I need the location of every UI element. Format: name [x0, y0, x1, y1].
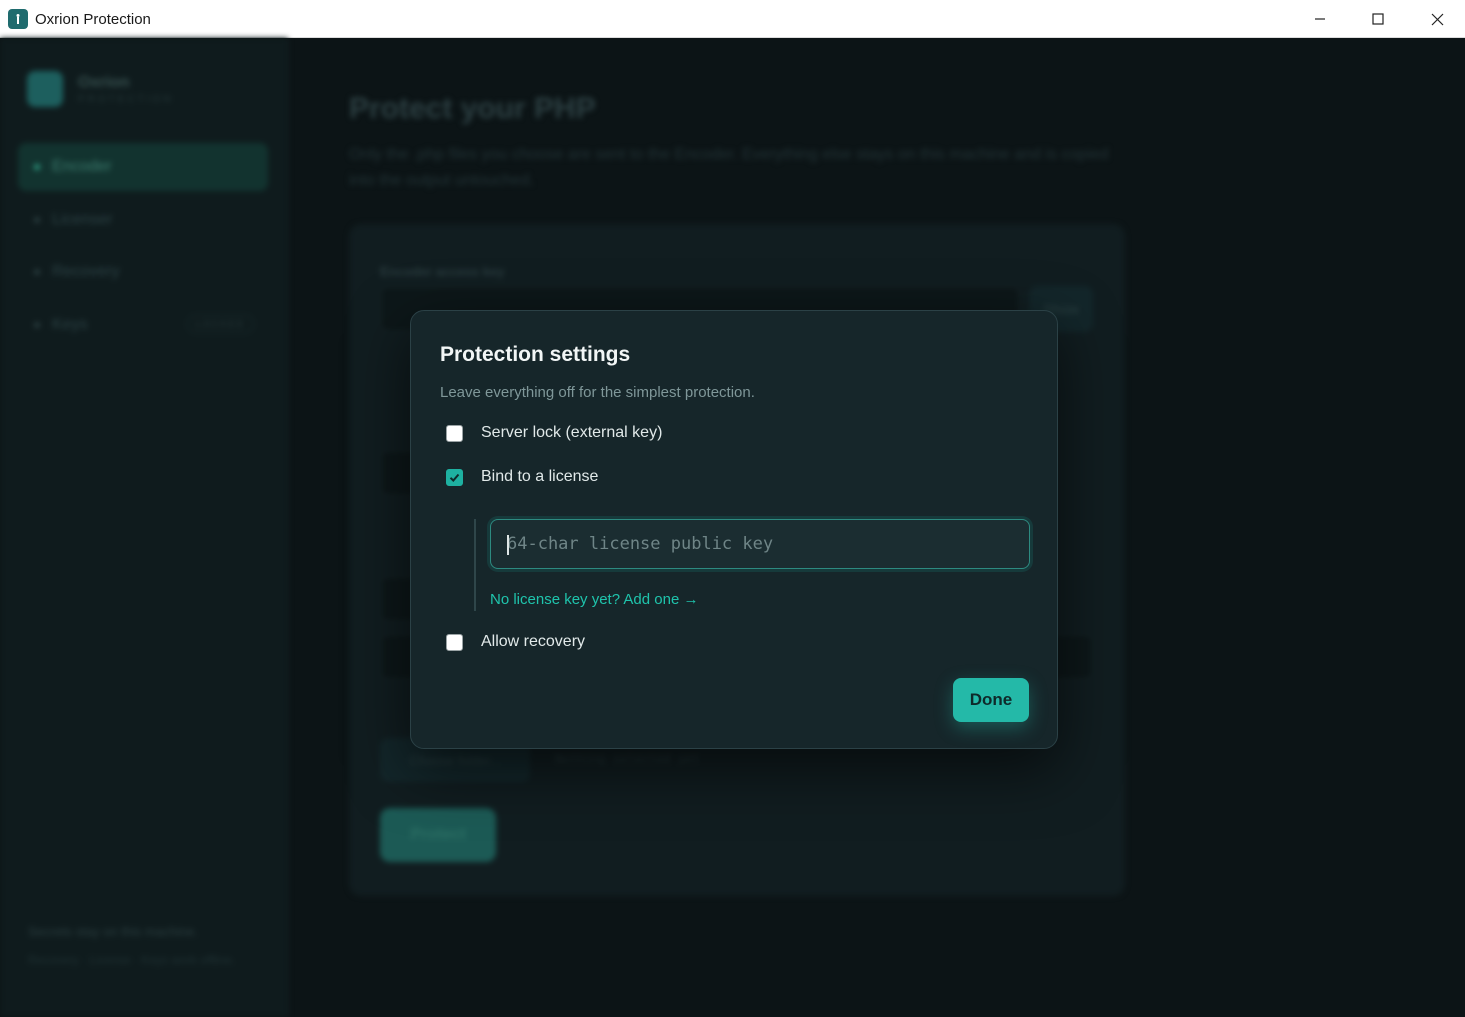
sidebar-item-keys[interactable]: Keys LOCKED	[18, 301, 268, 349]
checkmark-icon	[449, 473, 460, 482]
allow-recovery-checkbox[interactable]	[446, 633, 463, 651]
sidebar-item-licenser[interactable]: Licenser	[18, 196, 268, 244]
sidebar-item-encoder[interactable]: Encoder	[18, 143, 268, 191]
maximize-icon[interactable]	[1349, 0, 1407, 38]
locked-badge: LOCKED	[186, 315, 254, 333]
access-key-label: Encoder access key	[380, 264, 505, 279]
close-icon[interactable]	[1408, 0, 1465, 38]
bind-license-label: Bind to a license	[481, 468, 599, 485]
sidebar-item-label: Recovery	[52, 263, 120, 280]
add-license-link[interactable]: No license key yet? Add one →	[490, 591, 698, 608]
protection-settings-dialog: Protection settings Leave everything off…	[410, 310, 1058, 749]
dialog-title: Protection settings	[440, 343, 631, 366]
sidebar-item-label: Encoder	[52, 158, 112, 175]
minimize-icon[interactable]	[1291, 0, 1349, 38]
sidebar-item-recovery[interactable]: Recovery	[18, 248, 268, 296]
bind-license-checkbox[interactable]	[446, 468, 463, 486]
protect-button[interactable]: Protect	[380, 808, 496, 862]
brand-name: Oxrion	[78, 74, 130, 91]
brand-logo-icon	[27, 71, 63, 107]
sidebar-footer-note: Secrets stay on this machine.	[28, 924, 198, 939]
server-lock-label: Server lock (external key)	[481, 424, 663, 441]
done-button[interactable]: Done	[953, 678, 1029, 722]
text-caret	[507, 535, 509, 555]
server-lock-checkbox[interactable]	[446, 424, 463, 442]
window-title: Oxrion Protection	[35, 11, 151, 28]
window-titlebar: Oxrion Protection	[0, 0, 1465, 38]
sidebar-item-label: Licenser	[52, 211, 113, 228]
output-path-text: Nothing selected yet	[555, 752, 700, 766]
page-title: Protect your PHP	[349, 92, 596, 125]
sidebar: Oxrion PROTECTION Encoder Licenser Recov…	[0, 38, 288, 1017]
bind-license-option[interactable]: Bind to a license	[446, 467, 598, 487]
sidebar-item-label: Keys	[52, 316, 88, 333]
sidebar-footer-subnote: Recovery · License · Keys work offline.	[28, 953, 236, 967]
server-lock-option[interactable]: Server lock (external key)	[446, 423, 662, 443]
allow-recovery-option[interactable]: Allow recovery	[446, 632, 585, 652]
license-public-key-input[interactable]	[490, 519, 1030, 569]
license-key-section: No license key yet? Add one →	[474, 519, 1030, 611]
dialog-subtitle: Leave everything off for the simplest pr…	[440, 384, 755, 401]
page-description: Only the .php files you choose are sent …	[349, 146, 1109, 189]
brand-subtitle: PROTECTION	[78, 94, 174, 105]
allow-recovery-label: Allow recovery	[481, 633, 586, 650]
app-lock-icon	[8, 9, 28, 29]
